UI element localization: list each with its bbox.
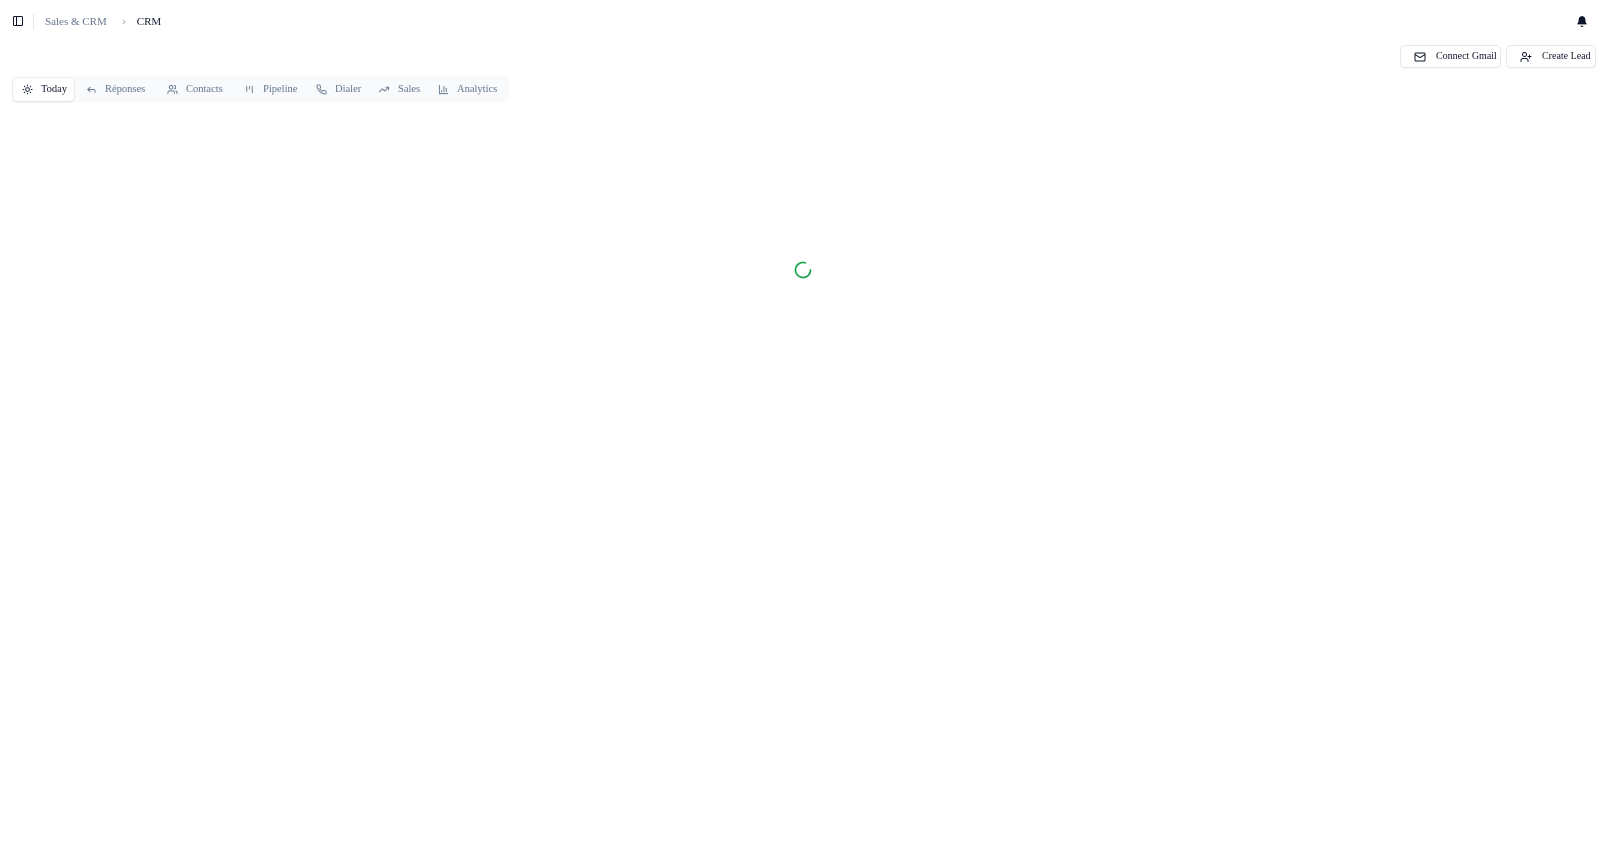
- kanban-icon: [246, 85, 253, 94]
- tab-reponses-label: Réponses: [105, 84, 146, 95]
- reply-icon: [87, 86, 96, 93]
- tab-contacts-label: Contacts: [186, 84, 223, 95]
- tab-today[interactable]: Today: [13, 78, 74, 101]
- chevron-right-icon: [120, 18, 128, 26]
- create-lead-button[interactable]: Create Lead: [1506, 45, 1596, 68]
- tab-sales[interactable]: Sales: [378, 78, 420, 101]
- user-plus-icon: [1520, 51, 1532, 62]
- tab-analytics-label: Analytics: [457, 84, 498, 95]
- sun-icon: [22, 84, 33, 95]
- panel-left-icon[interactable]: [11, 14, 25, 28]
- phone-icon: [316, 84, 327, 95]
- top-bar: Sales & CRM CRM: [0, 0, 1607, 44]
- breadcrumb: Sales & CRM CRM: [45, 13, 161, 30]
- tab-today-label: Today: [41, 84, 68, 95]
- breadcrumb-current: CRM: [136, 15, 162, 28]
- trending-up-icon: [378, 86, 390, 93]
- tab-analytics[interactable]: Analytics: [438, 78, 497, 101]
- mail-icon: [1414, 52, 1426, 61]
- bar-chart-icon: [438, 84, 449, 95]
- bell-icon[interactable]: [1576, 15, 1588, 28]
- loader-icon: [793, 260, 813, 280]
- tab-pipeline-label: Pipeline: [263, 84, 298, 95]
- tab-dialer[interactable]: Dialer: [316, 78, 361, 101]
- breadcrumb-parent-link[interactable]: Sales & CRM: [45, 16, 107, 28]
- tab-contacts[interactable]: Contacts: [167, 78, 223, 101]
- tab-sales-label: Sales: [398, 84, 421, 95]
- tab-reponses[interactable]: Réponses: [86, 78, 145, 101]
- create-lead-label: Create Lead: [1542, 51, 1591, 62]
- connect-gmail-button[interactable]: Connect Gmail: [1400, 45, 1501, 68]
- users-icon: [167, 84, 178, 95]
- header-divider: [33, 14, 34, 30]
- crm-tabs: Today Réponses Contacts Pipeline Dialer: [12, 76, 509, 103]
- tab-dialer-label: Dialer: [335, 84, 362, 95]
- connect-gmail-label: Connect Gmail: [1436, 51, 1497, 62]
- tab-pipeline[interactable]: Pipeline: [244, 78, 297, 101]
